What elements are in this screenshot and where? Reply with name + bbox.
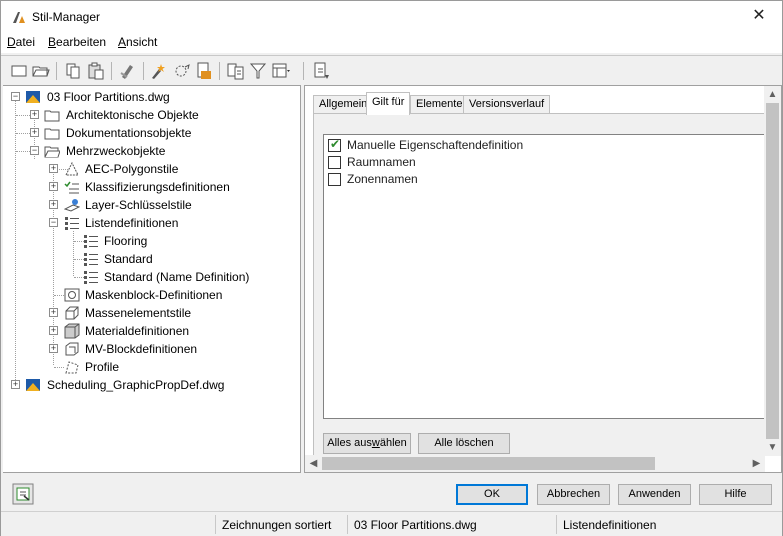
- help-button[interactable]: Hilfe: [699, 484, 772, 505]
- profile-icon: [65, 361, 79, 374]
- mask-block-icon: [64, 288, 80, 302]
- tab-allgemein[interactable]: Allgemein: [313, 95, 374, 114]
- scroll-thumb[interactable]: [766, 103, 779, 439]
- status-sort: Zeichnungen sortiert: [222, 518, 332, 532]
- apply-button[interactable]: Anwenden: [618, 484, 691, 505]
- tab-elemente[interactable]: Elemente: [410, 95, 469, 114]
- toolbar-separator: [303, 62, 304, 80]
- checkbox[interactable]: [328, 156, 341, 169]
- compare-icon[interactable]: [226, 61, 246, 81]
- menu-ansicht[interactable]: Ansicht: [118, 35, 157, 49]
- expand-icon[interactable]: +: [30, 128, 39, 137]
- window-title: Stil-Manager: [32, 10, 101, 24]
- title-bar: Stil-Manager ✕: [1, 1, 782, 33]
- synchronize-icon[interactable]: [311, 61, 331, 81]
- menu-bar: Datei Bearbeiten Ansicht: [1, 33, 782, 53]
- list-item-icon: [84, 271, 98, 284]
- menu-bearbeiten[interactable]: Bearbeiten: [48, 35, 106, 49]
- mass-element-icon: [65, 306, 79, 320]
- toolbar: [1, 55, 782, 85]
- checkbox[interactable]: [328, 173, 341, 186]
- expand-icon[interactable]: +: [49, 164, 58, 173]
- collapse-icon[interactable]: −: [30, 146, 39, 155]
- vertical-scrollbar[interactable]: ▲ ▼: [764, 86, 781, 456]
- menu-datei[interactable]: Datei: [7, 35, 35, 49]
- style-tree[interactable]: − 03 Floor Partitions.dwg + Architektoni…: [3, 85, 301, 473]
- folder-icon: [44, 128, 60, 140]
- expand-icon[interactable]: +: [49, 308, 58, 317]
- list-item-icon: [84, 235, 98, 248]
- open-icon[interactable]: [31, 61, 51, 81]
- scroll-up-icon[interactable]: ▲: [764, 86, 781, 103]
- cancel-button[interactable]: Abbrechen: [537, 484, 610, 505]
- tab-versionsverlauf[interactable]: Versionsverlauf: [463, 95, 551, 114]
- expand-icon[interactable]: +: [49, 344, 58, 353]
- material-icon: [64, 323, 80, 339]
- list-item-icon: [84, 253, 98, 266]
- toolbar-separator: [143, 62, 144, 80]
- applies-to-page: ✔ Manuelle Eigenschaftendefinition Raumn…: [313, 113, 771, 456]
- clear-all-button[interactable]: Alle löschen: [418, 433, 510, 454]
- view-options-icon[interactable]: [271, 61, 291, 81]
- collapse-icon[interactable]: −: [49, 218, 58, 227]
- scroll-thumb[interactable]: [322, 457, 655, 470]
- expand-icon[interactable]: +: [49, 326, 58, 335]
- polygon-style-icon: [65, 161, 79, 176]
- copy-icon[interactable]: [63, 61, 83, 81]
- list-definition-icon: [65, 217, 79, 230]
- scroll-down-icon[interactable]: ▼: [764, 439, 781, 456]
- scroll-right-icon[interactable]: ▶: [748, 455, 765, 472]
- status-bar: Zeichnungen sortiert 03 Floor Partitions…: [1, 511, 782, 536]
- select-all-button[interactable]: Alles auswählen: [323, 433, 411, 454]
- drawing-icon: [26, 379, 40, 391]
- drawing-icon: [26, 91, 40, 103]
- status-drawing: 03 Floor Partitions.dwg: [354, 518, 477, 532]
- style-manager-window: Stil-Manager ✕ Datei Bearbeiten Ansicht: [0, 0, 783, 536]
- expand-icon[interactable]: +: [30, 110, 39, 119]
- ok-button[interactable]: OK: [456, 484, 528, 505]
- toolbar-separator: [56, 62, 57, 80]
- close-button[interactable]: ✕: [736, 1, 782, 33]
- edit-style-icon[interactable]: [149, 61, 169, 81]
- import-icon[interactable]: [194, 61, 214, 81]
- status-selection: Listendefinitionen: [563, 518, 657, 532]
- layer-key-icon: [64, 199, 80, 212]
- new-icon[interactable]: [9, 61, 29, 81]
- close-icon: ✕: [752, 7, 766, 24]
- scroll-left-icon[interactable]: ◀: [305, 455, 322, 472]
- toolbar-separator: [111, 62, 112, 80]
- classification-icon: [64, 181, 79, 194]
- applies-to-list[interactable]: ✔ Manuelle Eigenschaftendefinition Raumn…: [323, 134, 771, 419]
- purge-icon[interactable]: [118, 61, 138, 81]
- filter-icon[interactable]: [248, 61, 268, 81]
- tab-gilt-fuer[interactable]: Gilt für: [366, 92, 411, 115]
- sort-icon[interactable]: [172, 61, 192, 81]
- toolbar-separator: [219, 62, 220, 80]
- paste-icon[interactable]: [86, 61, 106, 81]
- collapse-icon[interactable]: −: [11, 92, 20, 101]
- expand-icon[interactable]: +: [49, 200, 58, 209]
- expand-icon[interactable]: +: [49, 182, 58, 191]
- checkbox-checked[interactable]: ✔: [328, 137, 341, 152]
- folder-icon: [44, 110, 60, 122]
- mv-block-icon: [65, 342, 79, 356]
- horizontal-scrollbar[interactable]: ◀ ▶: [305, 455, 765, 472]
- folder-open-icon: [44, 146, 60, 158]
- style-manager-icon: [13, 12, 25, 23]
- toggle-viewer-icon[interactable]: [12, 483, 34, 505]
- expand-icon[interactable]: +: [11, 380, 20, 389]
- properties-panel: Allgemein Gilt für Elemente Versionsverl…: [304, 85, 782, 473]
- dialog-button-bar: OK Abbrechen Anwenden Hilfe: [1, 473, 782, 511]
- check-icon: ✔: [330, 137, 341, 151]
